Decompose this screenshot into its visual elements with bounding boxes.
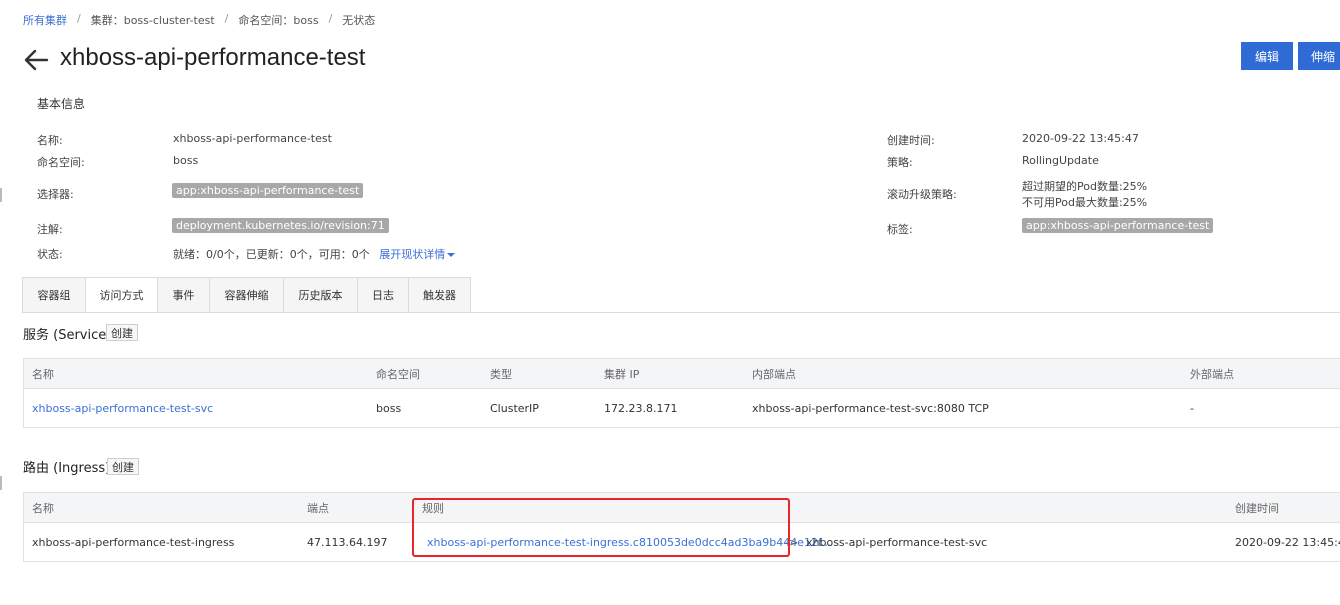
expand-status-label[interactable]: 展开现状详情 [379,248,445,261]
ingress-section-title: 路由 (Ingress) [23,461,111,476]
ingress-endpoint: 47.113.64.197 [307,535,388,549]
service-cluster-ip: 172.23.8.171 [604,401,678,415]
status-value: 就绪：0/0个，已更新：0个，可用：0个 展开现状详情 [173,246,456,262]
caret-down-icon [447,253,456,257]
left-edge-mark [0,476,2,490]
left-edge-mark [0,188,2,202]
service-namespace: boss [376,401,402,415]
info-key-rolling-update: 滚动升级策略: [887,188,957,201]
info-value-name: xhboss-api-performance-test [173,132,332,145]
service-name-link[interactable]: xhboss-api-performance-test-svc [32,389,213,427]
create-ingress-button[interactable]: 创建 [107,458,139,475]
info-key-namespace: 命名空间: [37,156,85,169]
column-header: 外部端点 [1190,367,1234,381]
breadcrumb-cluster[interactable]: 集群：boss-cluster-test [91,12,215,28]
table-row: xhboss-api-performance-test-svc boss Clu… [24,389,1340,427]
info-key-selector: 选择器: [37,188,74,201]
service-section-title: 服务 (Service) [23,328,112,343]
scale-button[interactable]: 伸缩 [1298,42,1340,70]
tab-pods[interactable]: 容器组 [22,277,86,313]
labels-tag: app:xhboss-api-performance-test [1022,218,1214,233]
selector-tag: app:xhboss-api-performance-test [172,183,364,198]
service-table: 名称 命名空间 类型 集群 IP 内部端点 外部端点 xhboss-api-pe… [23,358,1340,428]
tab-history[interactable]: 历史版本 [284,277,358,313]
column-header: 创建时间 [1235,501,1279,515]
breadcrumb-separator: / [77,12,81,25]
breadcrumb: 所有集群 / 集群：boss-cluster-test / 命名空间：boss … [23,12,375,28]
breadcrumb-namespace[interactable]: 命名空间：boss [238,12,318,28]
info-value-created: 2020-09-22 13:45:47 [1022,132,1139,145]
status-text: 就绪：0/0个，已更新：0个，可用：0个 [173,248,370,261]
rule-highlight-box [412,498,790,557]
expand-status-link[interactable]: 展开现状详情 [379,248,456,261]
info-value-max-surge: 超过期望的Pod数量:25% [1022,180,1148,193]
service-type: ClusterIP [490,401,539,415]
column-header: 名称 [32,367,54,381]
column-header: 内部端点 [752,367,796,381]
column-header: 集群 IP [604,367,640,381]
info-key-status: 状态: [37,248,63,261]
tab-access[interactable]: 访问方式 [86,277,158,313]
column-header: 类型 [490,367,512,381]
breadcrumb-separator: / [224,12,229,25]
tab-bar: 容器组 访问方式 事件 容器伸缩 历史版本 日志 触发器 [22,277,471,313]
info-key-strategy: 策略: [887,156,913,169]
info-value-namespace: boss [173,154,199,167]
info-value-max-unavailable: 不可用Pod最大数量:25% [1022,196,1148,209]
ingress-name: xhboss-api-performance-test-ingress [32,535,235,549]
breadcrumb-separator: / [328,12,333,25]
tab-events[interactable]: 事件 [158,277,210,313]
column-header: 命名空间 [376,367,420,381]
ingress-created-time: 2020-09-22 13:45:48 [1235,535,1340,549]
ingress-rule-target: xhboss-api-performance-test-svc [806,535,988,549]
page-title: xhboss-api-performance-test [60,44,366,71]
column-header: 名称 [32,501,54,515]
column-header: 端点 [307,501,329,515]
info-key-annotation: 注解: [37,223,63,236]
tab-logs[interactable]: 日志 [358,277,409,313]
service-external-endpoint: - [1190,401,1194,415]
basic-info-title: 基本信息 [37,97,86,111]
table-header: 名称 命名空间 类型 集群 IP 内部端点 外部端点 [24,359,1340,389]
breadcrumb-all-clusters[interactable]: 所有集群 [23,12,67,28]
info-key-name: 名称: [37,134,63,147]
service-internal-endpoint: xhboss-api-performance-test-svc:8080 TCP [752,401,989,415]
info-value-strategy: RollingUpdate [1022,154,1099,167]
create-service-button[interactable]: 创建 [106,324,138,341]
tab-autoscaling[interactable]: 容器伸缩 [210,277,284,313]
info-key-created: 创建时间: [887,134,935,147]
info-key-labels: 标签: [887,223,913,236]
annotation-tag: deployment.kubernetes.io/revision:71 [172,218,389,233]
edit-button[interactable]: 编辑 [1241,42,1293,70]
back-arrow-icon[interactable] [22,45,50,75]
tab-triggers[interactable]: 触发器 [409,277,471,313]
breadcrumb-kind: 无状态 [342,14,376,27]
tabs-divider [22,312,1340,313]
